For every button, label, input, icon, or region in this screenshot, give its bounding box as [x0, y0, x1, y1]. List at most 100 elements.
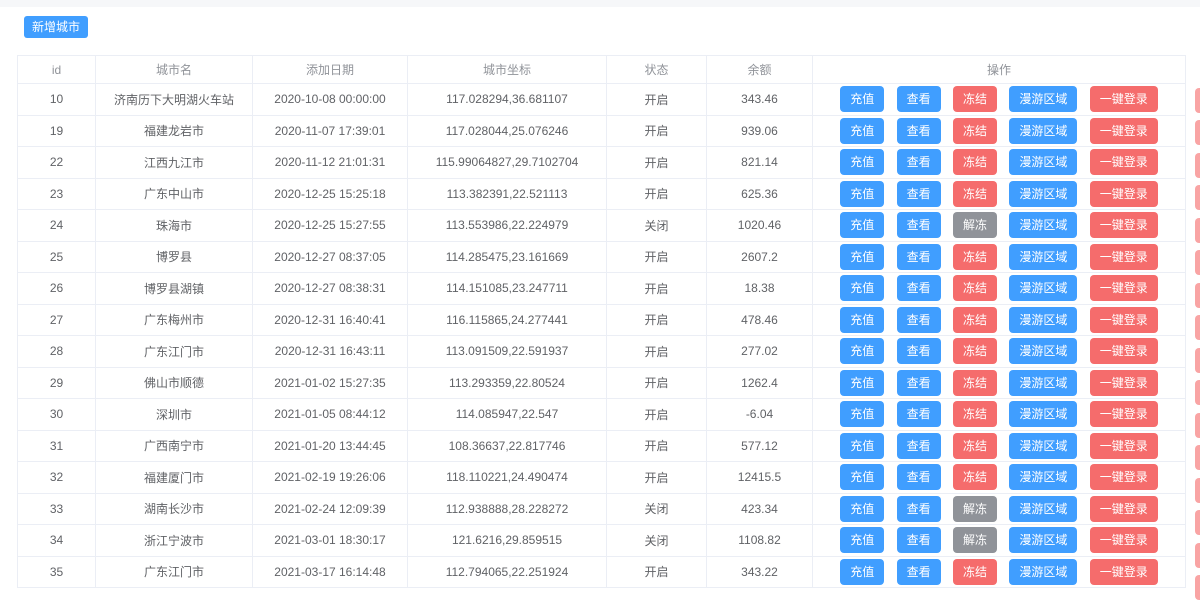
recharge-button[interactable]: 充值 — [840, 495, 885, 522]
recharge-button[interactable]: 充值 — [840, 117, 885, 144]
cutoff-action-button[interactable] — [1195, 185, 1200, 210]
unfreeze-button[interactable]: 解冻 — [952, 495, 997, 522]
freeze-button[interactable]: 冻结 — [952, 432, 997, 459]
one-key-login-button[interactable]: 一键登录 — [1089, 558, 1158, 585]
cutoff-action-button[interactable] — [1195, 575, 1200, 600]
recharge-button[interactable]: 充值 — [840, 558, 885, 585]
view-button[interactable]: 查看 — [896, 527, 941, 554]
view-button[interactable]: 查看 — [896, 86, 941, 113]
view-button[interactable]: 查看 — [896, 149, 941, 176]
roaming-area-button[interactable]: 漫游区域 — [1009, 495, 1078, 522]
roaming-area-button[interactable]: 漫游区域 — [1009, 212, 1078, 239]
one-key-login-button[interactable]: 一键登录 — [1089, 180, 1158, 207]
one-key-login-button[interactable]: 一键登录 — [1089, 243, 1158, 270]
roaming-area-button[interactable]: 漫游区域 — [1009, 527, 1078, 554]
roaming-area-button[interactable]: 漫游区域 — [1009, 243, 1078, 270]
view-button[interactable]: 查看 — [896, 275, 941, 302]
recharge-button[interactable]: 充值 — [840, 86, 885, 113]
freeze-button[interactable]: 冻结 — [952, 149, 997, 176]
roaming-area-button[interactable]: 漫游区域 — [1009, 464, 1078, 491]
view-button[interactable]: 查看 — [896, 212, 941, 239]
one-key-login-button[interactable]: 一键登录 — [1089, 212, 1158, 239]
cutoff-action-button[interactable] — [1195, 510, 1200, 535]
recharge-button[interactable]: 充值 — [840, 275, 885, 302]
freeze-button[interactable]: 冻结 — [952, 306, 997, 333]
view-button[interactable]: 查看 — [896, 369, 941, 396]
one-key-login-button[interactable]: 一键登录 — [1089, 369, 1158, 396]
roaming-area-button[interactable]: 漫游区域 — [1009, 117, 1078, 144]
one-key-login-button[interactable]: 一键登录 — [1089, 338, 1158, 365]
roaming-area-button[interactable]: 漫游区域 — [1009, 401, 1078, 428]
cutoff-action-button[interactable] — [1195, 217, 1200, 243]
cutoff-action-button[interactable] — [1195, 477, 1200, 503]
one-key-login-button[interactable]: 一键登录 — [1089, 275, 1158, 302]
view-button[interactable]: 查看 — [896, 401, 941, 428]
recharge-button[interactable]: 充值 — [840, 180, 885, 207]
unfreeze-button[interactable]: 解冻 — [952, 212, 997, 239]
roaming-area-button[interactable]: 漫游区域 — [1009, 275, 1078, 302]
view-button[interactable]: 查看 — [896, 464, 941, 491]
view-button[interactable]: 查看 — [896, 558, 941, 585]
recharge-button[interactable]: 充值 — [840, 306, 885, 333]
cutoff-action-button[interactable] — [1195, 315, 1200, 340]
one-key-login-button[interactable]: 一键登录 — [1089, 495, 1158, 522]
cutoff-action-button[interactable] — [1195, 542, 1200, 568]
one-key-login-button[interactable]: 一键登录 — [1089, 401, 1158, 428]
recharge-button[interactable]: 充值 — [840, 527, 885, 554]
cutoff-action-button[interactable] — [1195, 282, 1200, 308]
roaming-area-button[interactable]: 漫游区域 — [1009, 306, 1078, 333]
cutoff-action-button[interactable] — [1195, 445, 1200, 470]
cutoff-action-button[interactable] — [1195, 87, 1200, 113]
freeze-button[interactable]: 冻结 — [952, 243, 997, 270]
one-key-login-button[interactable]: 一键登录 — [1089, 149, 1158, 176]
roaming-area-button[interactable]: 漫游区域 — [1009, 558, 1078, 585]
freeze-button[interactable]: 冻结 — [952, 117, 997, 144]
cell-actions: 充值 查看 冻结 漫游区域 一键登录 — [812, 240, 1186, 273]
view-button[interactable]: 查看 — [896, 432, 941, 459]
one-key-login-button[interactable]: 一键登录 — [1089, 117, 1158, 144]
recharge-button[interactable]: 充值 — [840, 149, 885, 176]
freeze-button[interactable]: 冻结 — [952, 464, 997, 491]
roaming-area-button[interactable]: 漫游区域 — [1009, 338, 1078, 365]
recharge-button[interactable]: 充值 — [840, 369, 885, 396]
freeze-button[interactable]: 冻结 — [952, 558, 997, 585]
freeze-button[interactable]: 冻结 — [952, 369, 997, 396]
freeze-button[interactable]: 冻结 — [952, 401, 997, 428]
recharge-button[interactable]: 充值 — [840, 464, 885, 491]
roaming-area-button[interactable]: 漫游区域 — [1009, 149, 1078, 176]
recharge-button[interactable]: 充值 — [840, 212, 885, 239]
view-button[interactable]: 查看 — [896, 243, 941, 270]
one-key-login-button[interactable]: 一键登录 — [1089, 86, 1158, 113]
cutoff-action-button[interactable] — [1195, 250, 1200, 275]
cutoff-action-button[interactable] — [1195, 412, 1200, 438]
recharge-button[interactable]: 充值 — [840, 432, 885, 459]
view-button[interactable]: 查看 — [896, 338, 941, 365]
roaming-area-button[interactable]: 漫游区域 — [1009, 432, 1078, 459]
add-city-button[interactable]: 新增城市 — [24, 16, 89, 38]
cell-city: 深圳市 — [95, 398, 253, 431]
freeze-button[interactable]: 冻结 — [952, 275, 997, 302]
view-button[interactable]: 查看 — [896, 117, 941, 144]
roaming-area-button[interactable]: 漫游区域 — [1009, 180, 1078, 207]
view-button[interactable]: 查看 — [896, 306, 941, 333]
cutoff-action-button[interactable] — [1195, 120, 1200, 145]
freeze-button[interactable]: 冻结 — [952, 180, 997, 207]
roaming-area-button[interactable]: 漫游区域 — [1009, 86, 1078, 113]
unfreeze-button[interactable]: 解冻 — [952, 527, 997, 554]
one-key-login-button[interactable]: 一键登录 — [1089, 464, 1158, 491]
cutoff-action-button[interactable] — [1195, 380, 1200, 405]
one-key-login-button[interactable]: 一键登录 — [1089, 306, 1158, 333]
cutoff-action-button[interactable] — [1195, 347, 1200, 373]
recharge-button[interactable]: 充值 — [840, 243, 885, 270]
recharge-button[interactable]: 充值 — [840, 338, 885, 365]
freeze-button[interactable]: 冻结 — [952, 86, 997, 113]
one-key-login-button[interactable]: 一键登录 — [1089, 432, 1158, 459]
roaming-area-button[interactable]: 漫游区域 — [1009, 369, 1078, 396]
freeze-button[interactable]: 冻结 — [952, 338, 997, 365]
recharge-button[interactable]: 充值 — [840, 401, 885, 428]
view-button[interactable]: 查看 — [896, 180, 941, 207]
table-row: 10 济南历下大明湖火车站 2020-10-08 00:00:00 117.02… — [17, 83, 1186, 116]
cutoff-action-button[interactable] — [1195, 152, 1200, 178]
view-button[interactable]: 查看 — [896, 495, 941, 522]
one-key-login-button[interactable]: 一键登录 — [1089, 527, 1158, 554]
